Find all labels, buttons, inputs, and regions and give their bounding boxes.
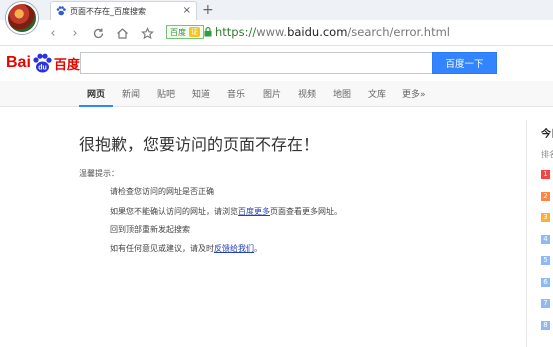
hot-rank-badge: 2 (541, 191, 550, 201)
hint-text: 如有任何意见或建议，请及时 (110, 244, 214, 253)
browser-tab[interactable]: 页面不存在_百度搜索 × (50, 1, 197, 20)
hot-list-title: 今日 (541, 129, 553, 140)
tab-more[interactable]: 更多» (402, 87, 426, 100)
baidu-paw-icon (56, 6, 66, 16)
bookmark-star-icon[interactable] (138, 24, 156, 42)
hint-feedback: 如有任何意见或建议，请及时反馈给我们。 (110, 243, 262, 254)
error-title: 很抱歉，您要访问的页面不存在！ (79, 135, 320, 154)
url-host: baidu.com (287, 25, 348, 39)
hint-text: 。 (254, 244, 262, 253)
home-icon[interactable] (113, 24, 131, 42)
search-button[interactable]: 百度一下 (432, 52, 497, 74)
url-host-prefix: www. (256, 25, 288, 39)
reload-icon[interactable] (89, 24, 107, 42)
hot-rank-badge: 6 (541, 277, 550, 287)
hint-back-to-top: 回到顶部重新发起搜索 (110, 225, 190, 234)
new-tab-button[interactable]: + (202, 1, 214, 19)
url-path: /search/error.html (347, 25, 451, 39)
hot-rank-badge: 1 (541, 170, 550, 179)
tab-zhidao[interactable]: 知道 (192, 87, 210, 100)
browser-tab-title: 页面不存在_百度搜索 (70, 6, 146, 16)
back-icon[interactable]: ‹ (44, 24, 62, 42)
browser-tab-strip: 页面不存在_百度搜索 × + (0, 0, 553, 20)
logo-bai-text: Bai (6, 54, 31, 71)
tab-images[interactable]: 图片 (263, 87, 281, 100)
svg-text:du: du (38, 65, 47, 72)
hint-text: 页面查看更多网址。 (270, 207, 342, 216)
hot-list-subtitle: 排名 (541, 150, 553, 159)
tab-news[interactable]: 新闻 (122, 87, 140, 100)
tab-close-icon[interactable]: × (183, 5, 191, 17)
tab-map[interactable]: 地图 (333, 87, 351, 100)
search-category-tabs: 网页 新闻 贴吧 知道 音乐 图片 视频 地图 文库 更多» (0, 81, 553, 107)
address-bar[interactable]: https://www.baidu.com/search/error.html (215, 24, 450, 40)
tab-video[interactable]: 视频 (298, 87, 316, 100)
hint-text: 如果您不能确认访问的网址，请浏览 (110, 207, 238, 216)
site-badge-label: 百度 (170, 27, 186, 37)
hot-rank-badge: 5 (541, 256, 550, 265)
hot-list-panel: 今日 排名 (526, 120, 553, 347)
tab-tieba[interactable]: 贴吧 (157, 87, 175, 100)
lock-icon (204, 27, 212, 37)
url-scheme: https:// (215, 25, 257, 39)
browser-toolbar: ‹ › 百度 证 https://www.baidu.com/search/er… (0, 20, 553, 46)
hot-rank-badge: 7 (541, 299, 550, 308)
tab-music[interactable]: 音乐 (227, 87, 245, 100)
active-tab-indicator (79, 105, 113, 107)
hot-rank-badge: 4 (541, 234, 550, 244)
search-input[interactable] (80, 52, 432, 74)
hot-rank-badge: 3 (541, 213, 550, 222)
baidu-paw-logo-icon: du (33, 53, 52, 73)
baidu-more-link[interactable]: 百度更多 (238, 207, 270, 216)
feedback-link[interactable]: 反馈给我们 (214, 244, 254, 253)
baidu-logo[interactable]: Bai du 百度 (6, 51, 80, 75)
site-verified-badge[interactable]: 百度 证 (166, 25, 204, 39)
tab-web[interactable]: 网页 (87, 87, 105, 100)
verify-icon: 证 (189, 27, 200, 37)
hint-check-url: 请检查您访问的网址是否正确 (110, 187, 214, 196)
baidu-search-header: Bai du 百度 百度一下 (0, 47, 553, 81)
hint-browse-more: 如果您不能确认访问的网址，请浏览百度更多页面查看更多网址。 (110, 206, 342, 217)
forward-icon[interactable]: › (66, 24, 84, 42)
logo-cn-text: 百度 (53, 56, 80, 72)
tab-wenku[interactable]: 文库 (368, 87, 386, 100)
hot-rank-badge: 8 (541, 320, 550, 330)
user-avatar[interactable] (6, 2, 38, 34)
hint-label: 温馨提示： (79, 169, 119, 178)
